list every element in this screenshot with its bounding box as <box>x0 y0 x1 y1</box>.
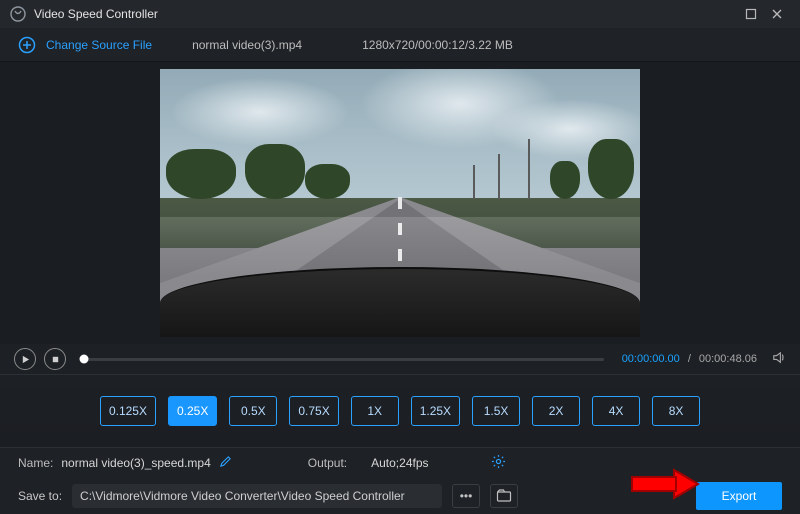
output-label: Output: <box>308 456 347 470</box>
output-settings-icon[interactable] <box>491 454 506 472</box>
progress-knob[interactable] <box>80 355 89 364</box>
app-title: Video Speed Controller <box>34 7 158 21</box>
time-total: 00:00:48.06 <box>699 353 757 365</box>
time-current: 00:00:00.00 <box>622 353 680 365</box>
export-button-label: Export <box>722 489 757 503</box>
export-button[interactable]: Export <box>696 482 782 510</box>
progress-bar[interactable] <box>84 358 604 361</box>
output-format-value: Auto;24fps <box>371 456 428 470</box>
saveto-path-text: C:\Vidmore\Vidmore Video Converter\Video… <box>80 489 405 503</box>
title-bar: Video Speed Controller <box>0 0 800 28</box>
speed-option-0p25x[interactable]: 0.25X <box>168 396 217 426</box>
save-to-row: Save to: C:\Vidmore\Vidmore Video Conver… <box>0 478 800 514</box>
source-bar: Change Source File normal video(3).mp4 1… <box>0 28 800 62</box>
speed-option-4x[interactable]: 4X <box>592 396 640 426</box>
volume-icon[interactable] <box>771 350 786 368</box>
more-options-button[interactable]: ••• <box>452 484 480 508</box>
source-file-name: normal video(3).mp4 <box>192 38 302 52</box>
speed-option-8x[interactable]: 8X <box>652 396 700 426</box>
close-button[interactable] <box>764 4 790 24</box>
player-controls: 00:00:00.00/00:00:48.06 <box>0 344 800 374</box>
output-name-value: normal video(3)_speed.mp4 <box>61 456 210 470</box>
speed-option-2x[interactable]: 2X <box>532 396 580 426</box>
speed-selector: 0.125X 0.25X 0.5X 0.75X 1X 1.25X 1.5X 2X 4X 8X <box>0 374 800 448</box>
source-file-meta: 1280x720/00:00:12/3.22 MB <box>362 38 513 52</box>
open-folder-button[interactable] <box>490 484 518 508</box>
video-preview[interactable] <box>160 69 640 337</box>
maximize-button[interactable] <box>738 4 764 24</box>
saveto-label: Save to: <box>18 489 62 503</box>
change-source-button[interactable]: Change Source File <box>46 38 152 52</box>
edit-name-icon[interactable] <box>219 455 232 471</box>
name-label: Name: <box>18 456 53 470</box>
stop-button[interactable] <box>44 348 66 370</box>
app-logo-icon <box>10 6 26 22</box>
saveto-path-field[interactable]: C:\Vidmore\Vidmore Video Converter\Video… <box>72 484 442 508</box>
speed-option-1p25x[interactable]: 1.25X <box>411 396 460 426</box>
speed-option-0p75x[interactable]: 0.75X <box>289 396 338 426</box>
speed-option-1p5x[interactable]: 1.5X <box>472 396 520 426</box>
video-preview-area <box>0 62 800 344</box>
speed-option-1x[interactable]: 1X <box>351 396 399 426</box>
speed-option-0p125x[interactable]: 0.125X <box>100 396 156 426</box>
speed-option-0p5x[interactable]: 0.5X <box>229 396 277 426</box>
output-name-row: Name: normal video(3)_speed.mp4 Output: … <box>0 448 800 478</box>
play-button[interactable] <box>14 348 36 370</box>
add-icon[interactable] <box>18 36 36 54</box>
